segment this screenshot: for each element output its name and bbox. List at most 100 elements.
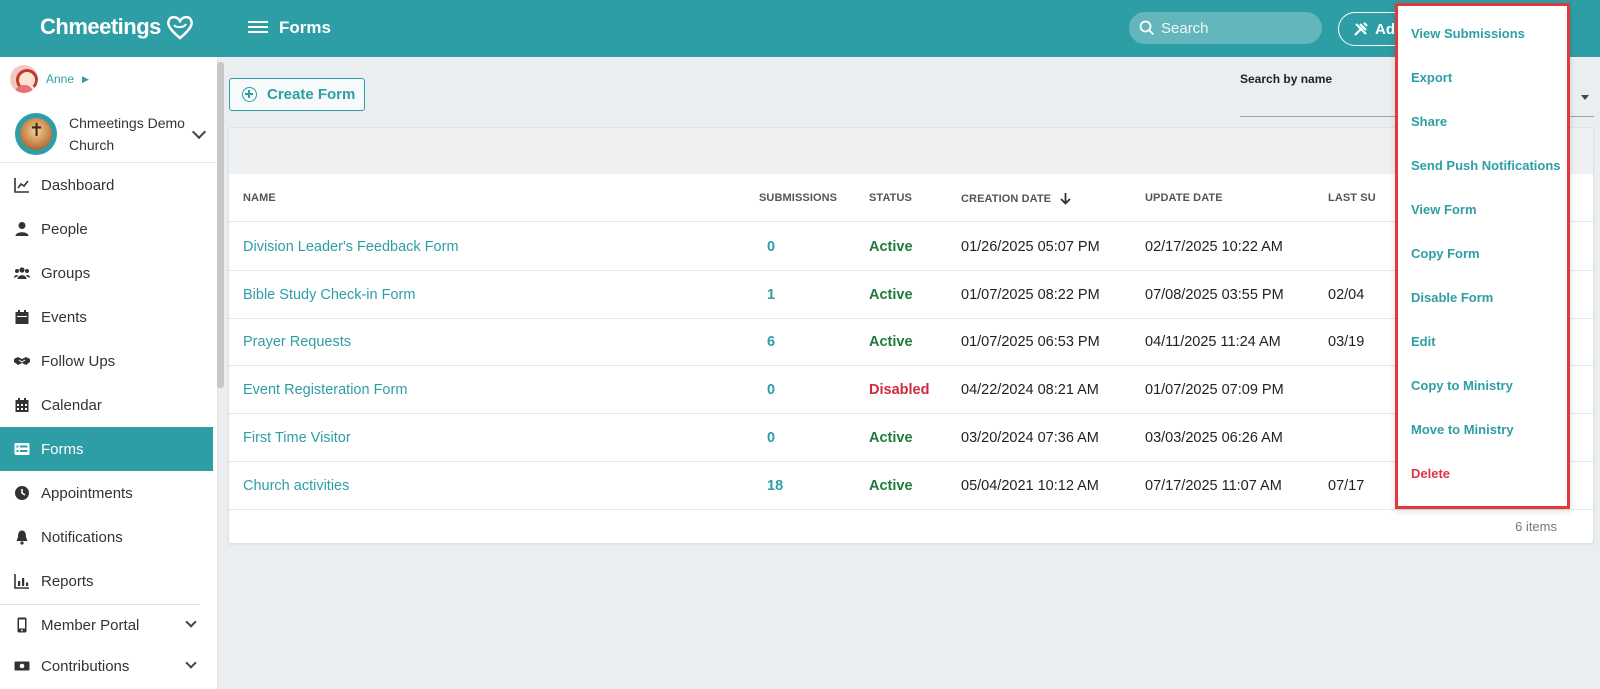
handshake-icon	[14, 353, 30, 369]
menu-item-share[interactable]: Share	[1411, 114, 1447, 129]
bell-icon	[14, 529, 30, 545]
creation-date: 01/26/2025 05:07 PM	[961, 239, 1100, 255]
form-name-link[interactable]: Division Leader's Feedback Form	[243, 239, 459, 255]
menu-item-copy-to-ministry[interactable]: Copy to Ministry	[1411, 378, 1513, 393]
column-header-update-date[interactable]: UPDATE DATE	[1145, 192, 1223, 204]
last-submission-date: 02/04	[1328, 287, 1365, 303]
status-badge: Active	[869, 239, 913, 255]
form-name-link[interactable]: Church activities	[243, 478, 349, 494]
user-name: Anne	[46, 72, 75, 86]
menu-item-view-form[interactable]: View Form	[1411, 202, 1477, 217]
menu-item-edit[interactable]: Edit	[1411, 334, 1436, 349]
chevron-down-icon	[185, 616, 197, 628]
sidebar-item-label: Dashboard	[41, 176, 115, 194]
church-logo	[15, 112, 57, 155]
hamburger-menu-icon[interactable]	[248, 18, 268, 38]
submissions-count[interactable]: 0	[767, 382, 775, 398]
table-toolbar	[229, 128, 1593, 174]
caret-right-icon: ▶	[82, 73, 89, 84]
table-row[interactable]: Event Registeration Form 0 Disabled 04/2…	[229, 366, 1593, 414]
menu-item-disable-form[interactable]: Disable Form	[1411, 290, 1493, 305]
form-name-link[interactable]: First Time Visitor	[243, 430, 351, 446]
status-badge: Active	[869, 478, 913, 494]
column-header-creation-date[interactable]: CREATION DATE	[961, 192, 1071, 205]
sidebar-item-forms[interactable]: Forms	[0, 427, 213, 471]
sidebar-item-people[interactable]: People	[0, 207, 213, 251]
logo-heart-icon	[167, 15, 193, 40]
menu-item-export[interactable]: Export	[1411, 70, 1452, 85]
column-header-submissions[interactable]: SUBMISSIONS	[759, 192, 837, 204]
user-menu[interactable]: Anne ▶	[10, 65, 89, 93]
menu-item-copy-form[interactable]: Copy Form	[1411, 246, 1480, 261]
form-name-link[interactable]: Prayer Requests	[243, 334, 351, 350]
sidebar-item-calendar[interactable]: Calendar	[0, 383, 213, 427]
person-icon	[14, 221, 30, 237]
sidebar-item-label: Forms	[41, 440, 84, 458]
sidebar-item-label: Notifications	[41, 528, 123, 546]
sidebar-item-reports[interactable]: Reports	[0, 559, 213, 603]
sidebar-item-groups[interactable]: Groups	[0, 251, 213, 295]
clock-icon	[14, 485, 30, 501]
sidebar-item-events[interactable]: Events	[0, 295, 213, 339]
table-row[interactable]: First Time Visitor 0 Active 03/20/2024 0…	[229, 414, 1593, 462]
form-name-link[interactable]: Bible Study Check-in Form	[243, 287, 415, 303]
submissions-count[interactable]: 0	[767, 239, 775, 255]
column-header-label: CREATION DATE	[961, 193, 1052, 205]
calendar-grid-icon	[14, 397, 30, 413]
form-name-link[interactable]: Event Registeration Form	[243, 382, 407, 398]
page-title: Forms	[279, 18, 331, 37]
search-by-name-label: Search by name	[1240, 72, 1333, 86]
update-date: 03/03/2025 06:26 AM	[1145, 430, 1283, 446]
column-header-last-submission[interactable]: LAST SU	[1328, 192, 1376, 204]
sidebar-item-dashboard[interactable]: Dashboard	[0, 163, 213, 207]
column-header-name[interactable]: NAME	[243, 192, 276, 204]
form-actions-menu: View Submissions Export Share Send Push …	[1395, 3, 1570, 509]
menu-item-move-to-ministry[interactable]: Move to Ministry	[1411, 422, 1514, 437]
app-logo[interactable]: Chmeetings	[40, 14, 195, 40]
creation-date: 05/04/2021 10:12 AM	[961, 478, 1099, 494]
bar-chart-icon	[14, 573, 30, 589]
sidebar-item-member-portal[interactable]: Member Portal	[0, 603, 213, 647]
tools-icon	[1354, 22, 1368, 36]
sidebar-item-label: Appointments	[41, 484, 133, 502]
table-header: NAME SUBMISSIONS STATUS CREATION DATE UP…	[229, 174, 1593, 222]
table-row[interactable]: Division Leader's Feedback Form 0 Active…	[229, 223, 1593, 271]
column-header-status[interactable]: STATUS	[869, 192, 912, 204]
sidebar-item-label: Groups	[41, 264, 91, 282]
chevron-down-icon	[191, 124, 207, 140]
status-badge: Active	[869, 287, 913, 303]
search-icon	[1139, 20, 1155, 36]
sidebar-item-notifications[interactable]: Notifications	[0, 515, 213, 559]
submissions-count[interactable]: 18	[767, 478, 783, 494]
sidebar-item-label: Follow Ups	[41, 352, 116, 370]
sidebar: Anne ▶ Chmeetings Demo Church Dashboard …	[0, 57, 218, 689]
sidebar-item-label: Reports	[41, 572, 94, 590]
sidebar-item-follow-ups[interactable]: Follow Ups	[0, 339, 213, 383]
table-row[interactable]: Church activities 18 Active 05/04/2021 1…	[229, 462, 1593, 510]
table-row[interactable]: Prayer Requests 6 Active 01/07/2025 06:5…	[229, 318, 1593, 366]
logo-text: Chmeetings	[40, 14, 161, 39]
plus-circle-icon	[242, 87, 257, 102]
sidebar-item-appointments[interactable]: Appointments	[0, 471, 213, 515]
submissions-count[interactable]: 0	[767, 430, 775, 446]
menu-item-send-push-notifications[interactable]: Send Push Notifications	[1411, 158, 1561, 173]
users-icon	[14, 265, 30, 281]
search-input[interactable]	[1161, 19, 1311, 37]
chart-line-icon	[14, 177, 30, 193]
menu-item-view-submissions[interactable]: View Submissions	[1411, 26, 1525, 41]
create-form-button[interactable]: Create Form	[229, 78, 365, 111]
submissions-count[interactable]: 6	[767, 334, 775, 350]
submissions-count[interactable]: 1	[767, 287, 775, 303]
global-search[interactable]	[1129, 12, 1322, 44]
creation-date: 03/20/2024 07:36 AM	[961, 430, 1099, 446]
sidebar-item-contributions[interactable]: Contributions	[0, 644, 213, 688]
last-submission-date: 03/19	[1328, 334, 1365, 350]
sidebar-scrollbar[interactable]	[217, 62, 224, 388]
church-selector[interactable]: Chmeetings Demo Church	[0, 105, 218, 163]
menu-item-delete[interactable]: Delete	[1411, 466, 1450, 481]
mobile-icon	[14, 617, 30, 633]
creation-date: 01/07/2025 08:22 PM	[961, 287, 1100, 303]
table-row[interactable]: Bible Study Check-in Form 1 Active 01/07…	[229, 271, 1593, 319]
creation-date: 04/22/2024 08:21 AM	[961, 382, 1099, 398]
caret-down-icon[interactable]	[1581, 95, 1589, 100]
